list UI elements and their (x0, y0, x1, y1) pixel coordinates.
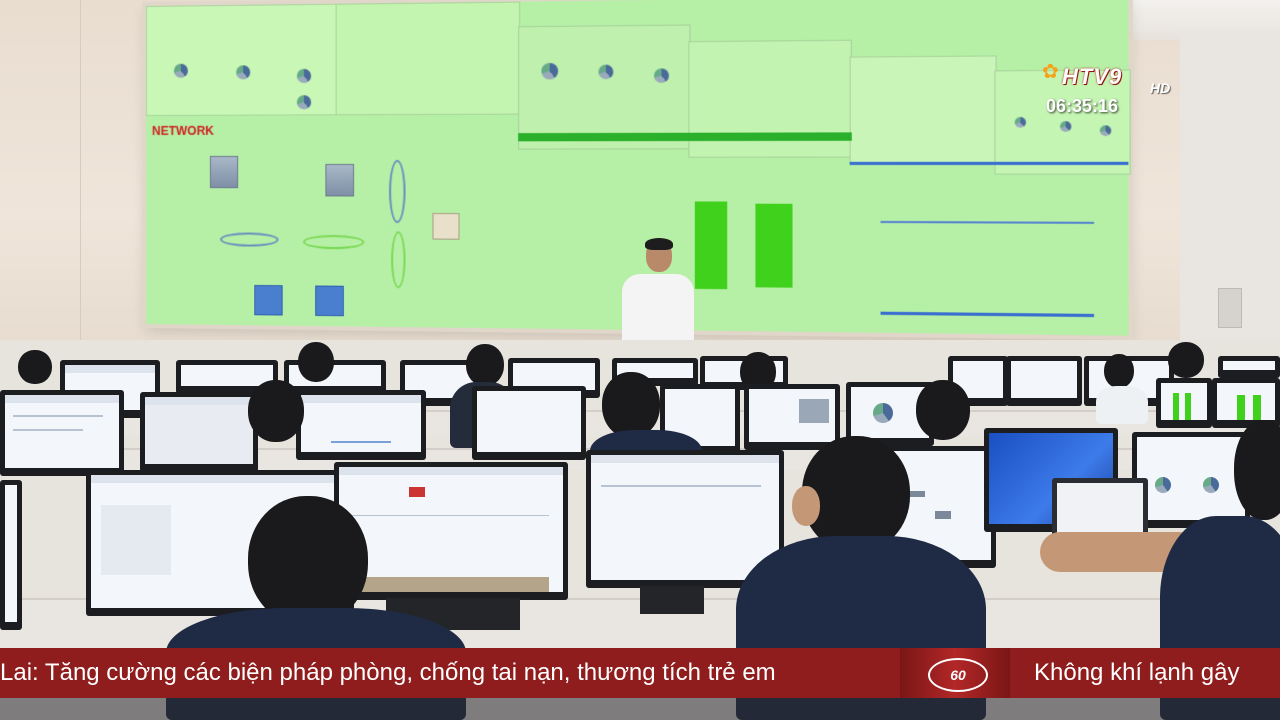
broadcast-clock: 06:35:16 (1046, 96, 1119, 116)
pie-chart-icon (296, 68, 312, 84)
presenter-hair (645, 238, 673, 250)
green-banner (518, 132, 852, 142)
video-wall-panel (849, 55, 997, 164)
monitor (472, 386, 586, 460)
monitor (0, 390, 124, 476)
pie-chart-icon (236, 65, 251, 80)
channel-logo-text: HTV9 (1062, 64, 1123, 89)
operator (1166, 342, 1206, 382)
network-ring-icon (220, 232, 279, 247)
pie-chart-icon (296, 95, 312, 110)
network-ring-icon (391, 231, 406, 289)
pie-chart-icon (1059, 121, 1072, 132)
ticker-lower-strip (0, 698, 1280, 720)
chart-bar (755, 203, 793, 288)
network-ring-icon (389, 159, 406, 224)
flower-icon: ✿ (1042, 61, 1059, 83)
monitor (296, 390, 426, 460)
channel-logo-hd: HD (1150, 80, 1171, 96)
building-icon (325, 163, 355, 197)
table-footer-line (880, 311, 1095, 318)
network-ring-icon (302, 234, 365, 250)
monitor-stand (640, 586, 704, 614)
pie-chart-icon (1099, 125, 1112, 137)
operator (1092, 354, 1152, 424)
table-header-line (880, 220, 1095, 224)
ticker-headline-next: Không khí lạnh gây (1034, 659, 1240, 686)
pie-chart-icon (1014, 117, 1026, 128)
monitor (1006, 356, 1082, 406)
building-icon (209, 155, 239, 189)
pie-chart-icon (653, 68, 669, 83)
video-wall-panel (518, 24, 691, 150)
server-icon (254, 284, 283, 316)
monitor (1218, 356, 1280, 378)
server-icon (315, 285, 344, 317)
pie-chart-icon (598, 64, 614, 80)
house-icon (432, 213, 460, 240)
wall-switch-box (1218, 288, 1242, 328)
network-label: NETWORK (151, 123, 214, 138)
news-ticker-logo-icon: 60 (928, 658, 988, 692)
monitor (140, 392, 258, 472)
chart-bar (694, 201, 728, 290)
pie-chart-icon (541, 62, 559, 80)
monitor (0, 480, 22, 630)
video-wall-panel (335, 1, 521, 116)
blue-header-strip (849, 161, 1129, 165)
ticker-headline-main: Lai: Tăng cường các biện pháp phòng, chố… (0, 659, 776, 686)
operator (244, 380, 310, 470)
pie-chart-icon (173, 63, 188, 78)
news-ticker: Lai: Tăng cường các biện pháp phòng, chố… (0, 648, 1280, 698)
wall-seam (80, 0, 81, 360)
